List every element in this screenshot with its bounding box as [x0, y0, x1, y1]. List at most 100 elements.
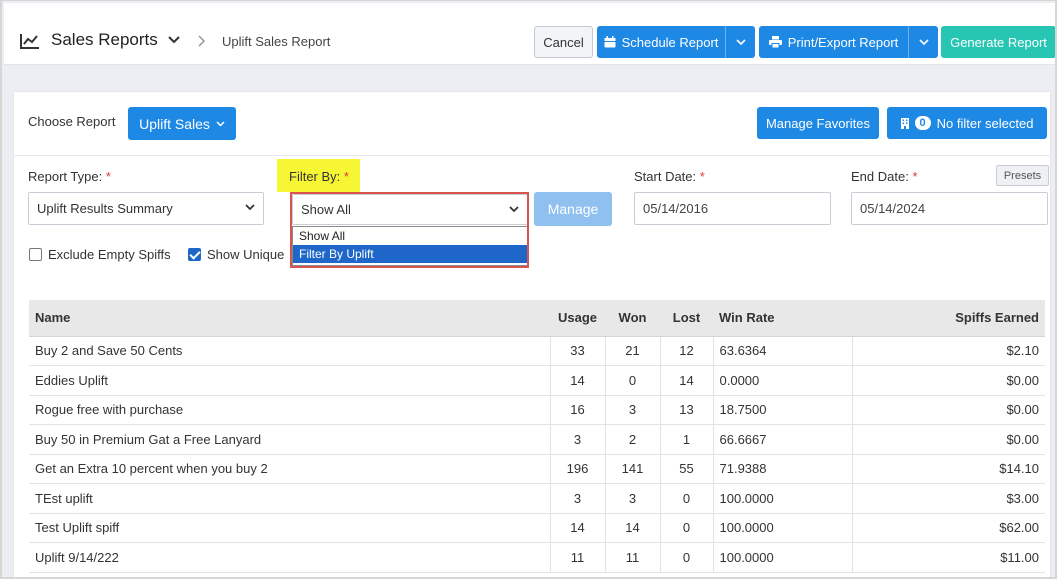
results-table: Name Usage Won Lost Win Rate Spiffs Earn… — [29, 300, 1045, 573]
cell-name: Buy 50 in Premium Gat a Free Lanyard — [29, 424, 551, 455]
cell-usage: 3 — [550, 483, 606, 514]
cell-won: 21 — [605, 336, 661, 366]
cell-name: Test Uplift spiff — [29, 513, 551, 543]
cell-name: Uplift 9/14/222 — [29, 542, 551, 573]
col-header-lost[interactable]: Lost — [660, 300, 713, 337]
cell-name: Eddies Uplift — [29, 365, 551, 396]
col-header-usage[interactable]: Usage — [550, 300, 605, 337]
cell-win-rate: 71.9388 — [713, 454, 853, 484]
schedule-report-dropdown[interactable] — [725, 26, 755, 58]
cell-win-rate: 18.7500 — [713, 395, 853, 425]
building-icon — [900, 117, 909, 129]
callout-box — [290, 192, 529, 268]
divider — [14, 155, 1050, 156]
col-header-spiffs-earned[interactable]: Spiffs Earned — [852, 300, 1045, 337]
cell-usage: 14 — [550, 365, 606, 396]
cell-spiffs: $3.00 — [852, 483, 1045, 514]
report-panel: Choose Report Uplift Sales Manage Favori… — [13, 91, 1051, 577]
manage-button[interactable]: Manage — [534, 192, 612, 226]
manage-favorites-button[interactable]: Manage Favorites — [757, 107, 879, 139]
cancel-button-label: Cancel — [543, 34, 584, 50]
table-row: Buy 50 in Premium Gat a Free Lanyard 3 2… — [29, 424, 1045, 455]
table-row: Rogue free with purchase 16 3 13 18.7500… — [29, 395, 1045, 425]
cell-usage: 16 — [550, 395, 606, 425]
cell-lost: 12 — [660, 336, 714, 366]
cell-lost: 14 — [660, 365, 714, 396]
generate-report-button[interactable]: Generate Report — [941, 26, 1055, 58]
cell-won: 3 — [605, 483, 661, 514]
page-title: Sales Reports — [51, 30, 158, 49]
start-date-value: 05/14/2016 — [643, 201, 709, 216]
cell-win-rate: 63.6364 — [713, 336, 853, 366]
cell-spiffs: $0.00 — [852, 365, 1045, 396]
cell-spiffs: $2.10 — [852, 336, 1045, 366]
cell-spiffs: $11.00 — [852, 542, 1045, 573]
end-date-input[interactable]: 05/14/2024 — [851, 192, 1048, 225]
show-unique-label: Show Unique — [207, 247, 285, 262]
presets-button[interactable]: Presets — [996, 165, 1049, 186]
cell-lost: 13 — [660, 395, 714, 425]
cell-won: 3 — [605, 395, 661, 425]
filter-status-label: No filter selected — [936, 115, 1034, 131]
cell-win-rate: 0.0000 — [713, 365, 853, 396]
col-header-name[interactable]: Name — [29, 300, 550, 337]
end-date-label: End Date: * — [851, 169, 918, 184]
table-row: Eddies Uplift 14 0 14 0.0000 $0.00 — [29, 365, 1045, 396]
start-date-input[interactable]: 05/14/2016 — [634, 192, 831, 225]
cell-usage: 3 — [550, 424, 606, 455]
generate-report-label: Generate Report — [950, 34, 1047, 50]
table-row: Uplift 9/14/222 11 11 0 100.0000 $11.00 — [29, 542, 1045, 573]
report-type-value: Uplift Results Summary — [37, 201, 173, 216]
choose-report-label: Choose Report — [28, 114, 116, 129]
cell-usage: 14 — [550, 513, 606, 543]
cell-won: 0 — [605, 365, 661, 396]
exclude-empty-spiffs-checkbox[interactable] — [29, 248, 42, 261]
cell-usage: 33 — [550, 336, 606, 366]
cell-won: 141 — [605, 454, 661, 484]
start-date-label: Start Date: * — [634, 169, 705, 184]
breadcrumb: Uplift Sales Report — [222, 34, 331, 49]
cell-lost: 0 — [660, 542, 714, 573]
cell-won: 11 — [605, 542, 661, 573]
show-unique-option[interactable]: Show Unique — [188, 247, 284, 262]
cell-name: Rogue free with purchase — [29, 395, 551, 425]
table-header-row: Name Usage Won Lost Win Rate Spiffs Earn… — [29, 300, 1045, 337]
show-unique-checkbox[interactable] — [188, 248, 201, 261]
chevron-down-icon — [245, 204, 255, 211]
print-export-dropdown[interactable] — [908, 26, 938, 58]
chevron-down-icon — [735, 39, 746, 45]
print-export-button[interactable]: Print/Export Report — [759, 26, 938, 58]
presets-label: Presets — [1003, 169, 1042, 182]
cell-lost: 1 — [660, 424, 714, 455]
breadcrumb-chevron-icon — [198, 35, 206, 47]
filter-count-badge: 0 — [914, 116, 931, 130]
cell-win-rate: 100.0000 — [713, 513, 853, 543]
exclude-empty-spiffs-option[interactable]: Exclude Empty Spiffs — [29, 247, 171, 262]
cell-name: Get an Extra 10 percent when you buy 2 — [29, 454, 551, 484]
report-type-label: Report Type: * — [28, 169, 111, 184]
report-type-select[interactable]: Uplift Results Summary — [28, 192, 264, 225]
choose-report-button[interactable]: Uplift Sales — [128, 107, 236, 140]
filter-status-button[interactable]: 0 No filter selected — [887, 107, 1047, 139]
cell-usage: 196 — [550, 454, 606, 484]
table-row: Buy 2 and Save 50 Cents 33 21 12 63.6364… — [29, 336, 1045, 366]
schedule-report-button[interactable]: Schedule Report — [597, 26, 755, 58]
cell-lost: 0 — [660, 483, 714, 514]
calendar-icon — [604, 36, 616, 48]
cancel-button[interactable]: Cancel — [534, 26, 593, 58]
app-frame: Sales Reports Uplift Sales Report Cancel… — [0, 0, 1057, 579]
col-header-win-rate[interactable]: Win Rate — [713, 300, 852, 337]
cell-win-rate: 100.0000 — [713, 483, 853, 514]
printer-icon — [768, 36, 782, 48]
exclude-empty-spiffs-label: Exclude Empty Spiffs — [48, 247, 171, 262]
col-header-won[interactable]: Won — [605, 300, 660, 337]
manage-button-label: Manage — [547, 201, 599, 217]
cell-spiffs: $0.00 — [852, 395, 1045, 425]
cell-name: Buy 2 and Save 50 Cents — [29, 336, 551, 366]
cell-name: TEst uplift — [29, 483, 551, 514]
cell-won: 14 — [605, 513, 661, 543]
end-date-value: 05/14/2024 — [860, 201, 926, 216]
cell-spiffs: $14.10 — [852, 454, 1045, 484]
chevron-down-icon[interactable] — [168, 36, 180, 44]
cell-usage: 11 — [550, 542, 606, 573]
